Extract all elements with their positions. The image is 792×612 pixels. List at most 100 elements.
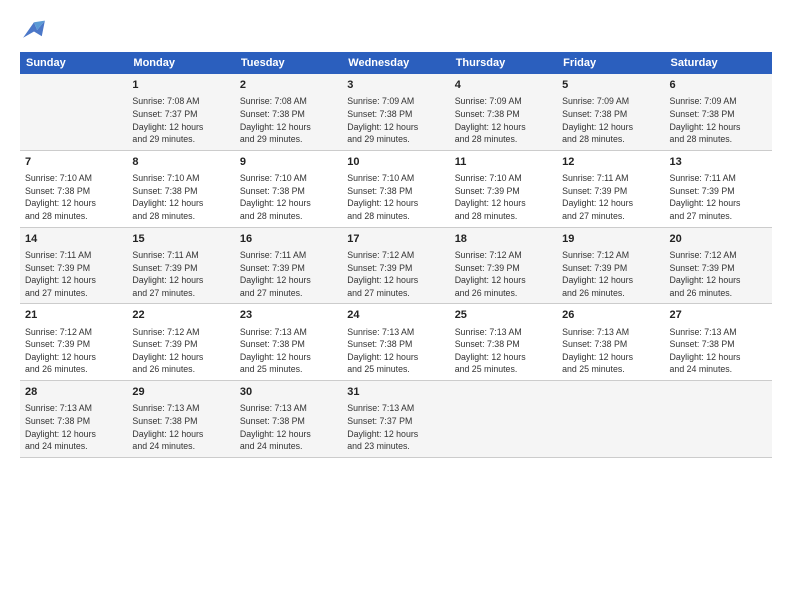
week-row-4: 21 Sunrise: 7:12 AMSunset: 7:39 PMDayligh…	[20, 304, 772, 381]
day-cell: 29 Sunrise: 7:13 AMSunset: 7:38 PMDayligh…	[127, 381, 234, 458]
calendar-table: SundayMondayTuesdayWednesdayThursdayFrid…	[20, 52, 772, 458]
day-number: 20	[670, 232, 767, 247]
day-cell: 22 Sunrise: 7:12 AMSunset: 7:39 PMDayligh…	[127, 304, 234, 381]
day-cell: 25 Sunrise: 7:13 AMSunset: 7:38 PMDayligh…	[450, 304, 557, 381]
day-info: Sunrise: 7:11 AMSunset: 7:39 PMDaylight:…	[25, 250, 96, 298]
day-number: 8	[132, 155, 229, 170]
day-cell: 27Sunrise: 7:13 AMSunset: 7:38 PMDayligh…	[665, 304, 772, 381]
day-info: Sunrise: 7:11 AMSunset: 7:39 PMDaylight:…	[670, 173, 741, 221]
logo	[20, 16, 52, 44]
day-cell: 31 Sunrise: 7:13 AMSunset: 7:37 PMDayligh…	[342, 381, 449, 458]
day-info: Sunrise: 7:09 AMSunset: 7:38 PMDaylight:…	[562, 96, 633, 144]
day-cell: 1Sunrise: 7:08 AMSunset: 7:37 PMDaylight…	[127, 74, 234, 150]
day-info: Sunrise: 7:13 AMSunset: 7:38 PMDaylight:…	[240, 403, 311, 451]
weekday-header-saturday: Saturday	[665, 52, 772, 74]
week-row-2: 7 Sunrise: 7:10 AMSunset: 7:38 PMDaylight…	[20, 150, 772, 227]
day-number: 24	[347, 308, 444, 323]
day-info: Sunrise: 7:09 AMSunset: 7:38 PMDaylight:…	[347, 96, 418, 144]
week-row-5: 28 Sunrise: 7:13 AMSunset: 7:38 PMDayligh…	[20, 381, 772, 458]
day-cell: 16Sunrise: 7:11 AMSunset: 7:39 PMDayligh…	[235, 227, 342, 304]
day-cell: 11 Sunrise: 7:10 AMSunset: 7:39 PMDayligh…	[450, 150, 557, 227]
day-info: Sunrise: 7:08 AMSunset: 7:37 PMDaylight:…	[132, 96, 203, 144]
day-number: 25	[455, 308, 552, 323]
day-number: 22	[132, 308, 229, 323]
day-info: Sunrise: 7:13 AMSunset: 7:38 PMDaylight:…	[25, 403, 96, 451]
day-number: 28	[25, 385, 122, 400]
day-number: 4	[455, 78, 552, 93]
day-number: 10	[347, 155, 444, 170]
day-info: Sunrise: 7:13 AMSunset: 7:38 PMDaylight:…	[455, 327, 526, 375]
week-row-3: 14 Sunrise: 7:11 AMSunset: 7:39 PMDayligh…	[20, 227, 772, 304]
day-info: Sunrise: 7:09 AMSunset: 7:38 PMDaylight:…	[455, 96, 526, 144]
day-cell: 26 Sunrise: 7:13 AMSunset: 7:38 PMDayligh…	[557, 304, 664, 381]
day-number: 19	[562, 232, 659, 247]
day-cell: 7 Sunrise: 7:10 AMSunset: 7:38 PMDaylight…	[20, 150, 127, 227]
day-number: 16	[240, 232, 337, 247]
weekday-header-monday: Monday	[127, 52, 234, 74]
day-number: 26	[562, 308, 659, 323]
day-number: 7	[25, 155, 122, 170]
day-cell	[665, 381, 772, 458]
day-info: Sunrise: 7:12 AMSunset: 7:39 PMDaylight:…	[455, 250, 526, 298]
day-number: 12	[562, 155, 659, 170]
day-cell: 20 Sunrise: 7:12 AMSunset: 7:39 PMDayligh…	[665, 227, 772, 304]
generalblue-logo-icon	[20, 16, 48, 44]
day-number: 27	[670, 308, 767, 323]
day-info: Sunrise: 7:10 AMSunset: 7:38 PMDaylight:…	[240, 173, 311, 221]
day-number: 6	[670, 78, 767, 93]
day-number: 9	[240, 155, 337, 170]
day-info: Sunrise: 7:10 AMSunset: 7:38 PMDaylight:…	[25, 173, 96, 221]
day-info: Sunrise: 7:11 AMSunset: 7:39 PMDaylight:…	[132, 250, 203, 298]
day-cell	[557, 381, 664, 458]
weekday-header-thursday: Thursday	[450, 52, 557, 74]
day-cell: 13Sunrise: 7:11 AMSunset: 7:39 PMDayligh…	[665, 150, 772, 227]
header	[20, 16, 772, 44]
day-info: Sunrise: 7:12 AMSunset: 7:39 PMDaylight:…	[132, 327, 203, 375]
weekday-header-friday: Friday	[557, 52, 664, 74]
day-cell: 30 Sunrise: 7:13 AMSunset: 7:38 PMDayligh…	[235, 381, 342, 458]
day-cell: 9 Sunrise: 7:10 AMSunset: 7:38 PMDaylight…	[235, 150, 342, 227]
day-info: Sunrise: 7:09 AMSunset: 7:38 PMDaylight:…	[670, 96, 741, 144]
day-cell	[450, 381, 557, 458]
day-info: Sunrise: 7:13 AMSunset: 7:38 PMDaylight:…	[347, 327, 418, 375]
day-info: Sunrise: 7:11 AMSunset: 7:39 PMDaylight:…	[562, 173, 633, 221]
day-info: Sunrise: 7:13 AMSunset: 7:38 PMDaylight:…	[240, 327, 311, 375]
week-row-1: 1Sunrise: 7:08 AMSunset: 7:37 PMDaylight…	[20, 74, 772, 150]
weekday-header-row: SundayMondayTuesdayWednesdayThursdayFrid…	[20, 52, 772, 74]
day-info: Sunrise: 7:13 AMSunset: 7:37 PMDaylight:…	[347, 403, 418, 451]
day-cell: 18 Sunrise: 7:12 AMSunset: 7:39 PMDayligh…	[450, 227, 557, 304]
day-number: 14	[25, 232, 122, 247]
day-cell: 2Sunrise: 7:08 AMSunset: 7:38 PMDaylight…	[235, 74, 342, 150]
page: SundayMondayTuesdayWednesdayThursdayFrid…	[0, 0, 792, 612]
day-number: 3	[347, 78, 444, 93]
day-number: 29	[132, 385, 229, 400]
weekday-header-tuesday: Tuesday	[235, 52, 342, 74]
day-number: 23	[240, 308, 337, 323]
day-cell: 8 Sunrise: 7:10 AMSunset: 7:38 PMDaylight…	[127, 150, 234, 227]
day-info: Sunrise: 7:08 AMSunset: 7:38 PMDaylight:…	[240, 96, 311, 144]
weekday-header-wednesday: Wednesday	[342, 52, 449, 74]
day-cell: 28 Sunrise: 7:13 AMSunset: 7:38 PMDayligh…	[20, 381, 127, 458]
day-cell: 23 Sunrise: 7:13 AMSunset: 7:38 PMDayligh…	[235, 304, 342, 381]
day-info: Sunrise: 7:12 AMSunset: 7:39 PMDaylight:…	[25, 327, 96, 375]
day-number: 21	[25, 308, 122, 323]
day-cell: 14 Sunrise: 7:11 AMSunset: 7:39 PMDayligh…	[20, 227, 127, 304]
day-number: 5	[562, 78, 659, 93]
day-number: 11	[455, 155, 552, 170]
day-info: Sunrise: 7:12 AMSunset: 7:39 PMDaylight:…	[347, 250, 418, 298]
day-cell: 6 Sunrise: 7:09 AMSunset: 7:38 PMDaylight…	[665, 74, 772, 150]
day-cell: 21 Sunrise: 7:12 AMSunset: 7:39 PMDayligh…	[20, 304, 127, 381]
weekday-header-sunday: Sunday	[20, 52, 127, 74]
day-number: 18	[455, 232, 552, 247]
day-cell: 15Sunrise: 7:11 AMSunset: 7:39 PMDayligh…	[127, 227, 234, 304]
day-number: 31	[347, 385, 444, 400]
day-cell: 3 Sunrise: 7:09 AMSunset: 7:38 PMDaylight…	[342, 74, 449, 150]
day-info: Sunrise: 7:10 AMSunset: 7:39 PMDaylight:…	[455, 173, 526, 221]
day-number: 30	[240, 385, 337, 400]
day-info: Sunrise: 7:13 AMSunset: 7:38 PMDaylight:…	[132, 403, 203, 451]
day-cell: 10Sunrise: 7:10 AMSunset: 7:38 PMDayligh…	[342, 150, 449, 227]
day-cell: 5 Sunrise: 7:09 AMSunset: 7:38 PMDaylight…	[557, 74, 664, 150]
day-info: Sunrise: 7:12 AMSunset: 7:39 PMDaylight:…	[670, 250, 741, 298]
day-info: Sunrise: 7:10 AMSunset: 7:38 PMDaylight:…	[132, 173, 203, 221]
day-info: Sunrise: 7:13 AMSunset: 7:38 PMDaylight:…	[562, 327, 633, 375]
